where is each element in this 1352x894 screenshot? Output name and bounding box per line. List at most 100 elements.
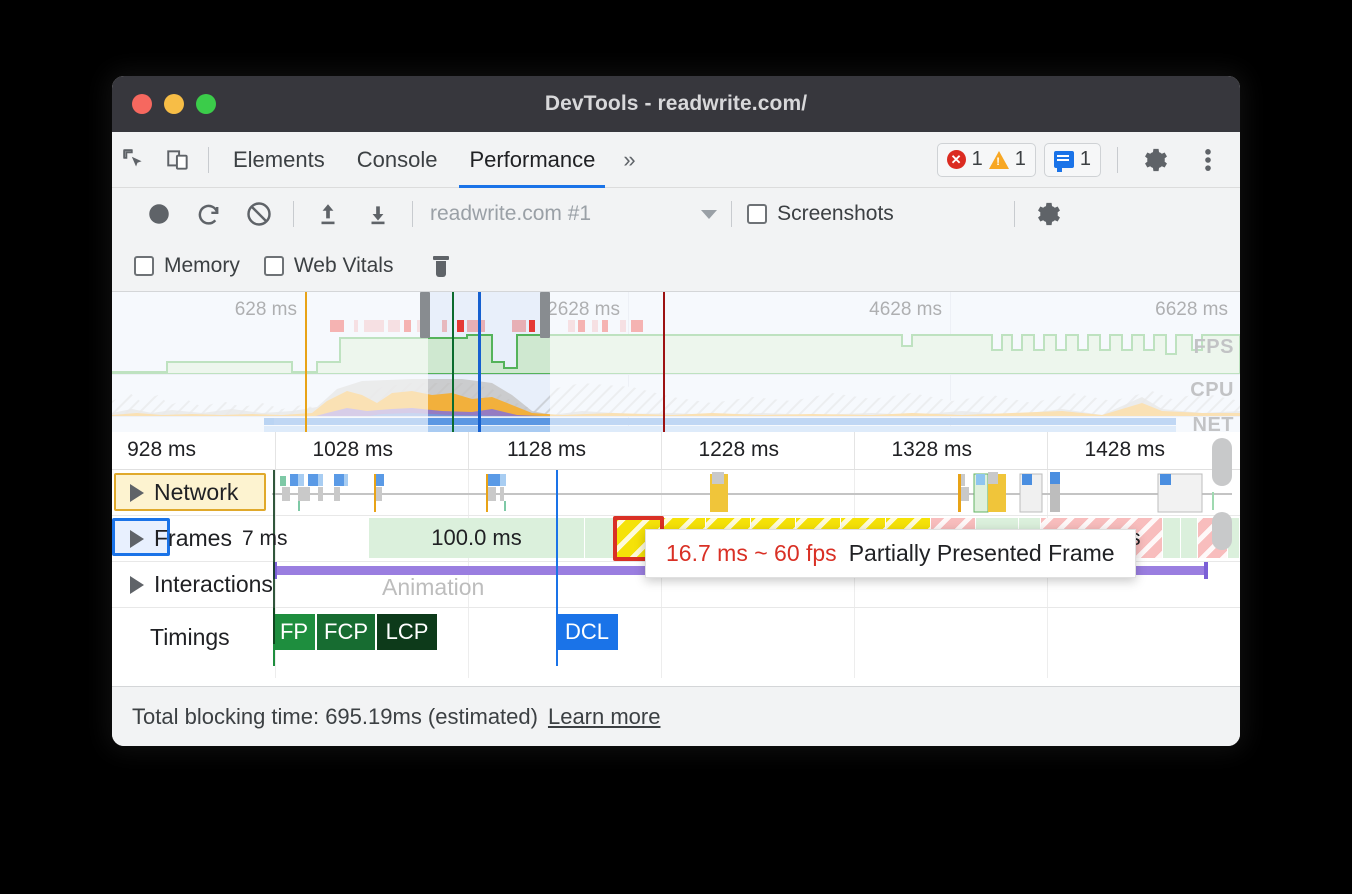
- timing-marker-fp[interactable]: FP: [273, 614, 317, 650]
- toolbar-divider-3: [293, 201, 294, 227]
- timing-marker-lcp-label: LCP: [386, 619, 429, 645]
- capture-settings-gear-icon[interactable]: [1024, 194, 1074, 234]
- frame-tooltip: 16.7 ms ~ 60 fps Partially Presented Fra…: [645, 529, 1136, 578]
- timing-marker-dcl[interactable]: DCL: [556, 614, 620, 650]
- detail-gridline: [854, 432, 855, 469]
- overview-resize-handle-right[interactable]: [540, 292, 550, 338]
- track-timings[interactable]: Timings FP FCP LCP DCL: [112, 608, 1240, 666]
- close-window-button[interactable]: [132, 94, 152, 114]
- warning-icon: [989, 151, 1009, 169]
- triangle-right-icon[interactable]: [130, 530, 144, 548]
- message-count: 1: [1080, 148, 1091, 171]
- device-toggle-icon[interactable]: [156, 138, 200, 182]
- chevron-double-right-icon[interactable]: »: [611, 147, 647, 173]
- error-warning-pill[interactable]: ✕ 1 1: [937, 143, 1036, 177]
- tab-performance[interactable]: Performance: [453, 132, 611, 188]
- error-count: 1: [972, 148, 983, 171]
- detail-tick-label: 1128 ms: [507, 438, 595, 462]
- detail-gridline: [661, 432, 662, 469]
- detail-tick-label: 928 ms: [127, 438, 205, 462]
- issue-counters: ✕ 1 1 1: [937, 138, 1240, 182]
- track-frames-label: Frames: [154, 525, 232, 552]
- frame-duration-label: 100.0 ms: [369, 518, 584, 558]
- tooltip-title: Partially Presented Frame: [849, 540, 1115, 567]
- inspect-cursor-icon[interactable]: [112, 138, 156, 182]
- overview-resize-handle-left[interactable]: [420, 292, 430, 338]
- frame-bar[interactable]: [1181, 518, 1198, 558]
- timing-marker-dcl-label: DCL: [565, 619, 609, 645]
- window-titlebar: DevTools - readwrite.com/: [112, 76, 1240, 132]
- tab-performance-label: Performance: [469, 147, 595, 173]
- overview-marker-dcl: [478, 292, 481, 432]
- recording-toolbar: readwrite.com #1 Screenshots: [112, 188, 1240, 240]
- gear-icon[interactable]: [1134, 138, 1178, 182]
- message-icon: [1054, 151, 1074, 168]
- memory-label: Memory: [164, 254, 240, 278]
- minimize-window-button[interactable]: [164, 94, 184, 114]
- kebab-menu-icon[interactable]: [1186, 138, 1230, 182]
- trash-icon[interactable]: [433, 256, 449, 276]
- recording-selector[interactable]: readwrite.com #1: [430, 202, 591, 226]
- overview-marker-lcp: [452, 292, 454, 432]
- vertical-scrollbar-thumb-bottom[interactable]: [1212, 512, 1232, 550]
- devtools-tabbar: Elements Console Performance » ✕ 1 1 1: [112, 132, 1240, 188]
- track-network[interactable]: Network: [112, 470, 1240, 516]
- frame-bar[interactable]: 100.0 ms: [369, 518, 585, 558]
- triangle-right-icon[interactable]: [130, 484, 144, 502]
- track-network-label: Network: [154, 479, 238, 506]
- timeline-marker-dcl-line: [556, 470, 558, 644]
- overview-marker-load: [663, 292, 665, 432]
- track-timings-label: Timings: [150, 624, 230, 651]
- traffic-lights: [132, 94, 216, 114]
- status-bar: Total blocking time: 695.19ms (estimated…: [112, 686, 1240, 746]
- network-requests[interactable]: [112, 470, 1240, 516]
- overview-dim-left: [112, 292, 428, 432]
- memory-checkbox[interactable]: [134, 256, 154, 276]
- timing-marker-lcp[interactable]: LCP: [377, 614, 439, 650]
- tab-elements[interactable]: Elements: [217, 132, 341, 188]
- total-blocking-time-text: Total blocking time: 695.19ms (estimated…: [132, 704, 538, 730]
- timing-marker-fcp[interactable]: FCP: [317, 614, 377, 650]
- detail-gridline: [468, 432, 469, 469]
- track-network-header[interactable]: Network: [112, 470, 238, 515]
- window-title: DevTools - readwrite.com/: [545, 92, 807, 116]
- vertical-scrollbar-thumb-top[interactable]: [1212, 438, 1232, 486]
- record-circle-icon[interactable]: [134, 194, 184, 234]
- timing-marker-fp-label: FP: [280, 619, 308, 645]
- track-timings-header: Timings: [112, 608, 230, 666]
- detail-tick-label: 1328 ms: [891, 438, 981, 462]
- detail-ruler[interactable]: 928 ms 1028 ms 1128 ms 1228 ms 1328 ms 1…: [112, 432, 1240, 470]
- web-vitals-label: Web Vitals: [294, 254, 394, 278]
- track-frames-header[interactable]: Frames 7 ms: [112, 516, 287, 561]
- toolbar-divider-6: [1014, 201, 1015, 227]
- capture-options-toolbar: Memory Web Vitals: [112, 240, 1240, 292]
- frame-bar[interactable]: [585, 518, 615, 558]
- tab-console[interactable]: Console: [341, 132, 454, 188]
- caret-down-icon[interactable]: [701, 210, 717, 219]
- screenshots-checkbox-row[interactable]: Screenshots: [747, 202, 894, 226]
- toolbar-divider-5: [731, 201, 732, 227]
- detail-tick-label: 1428 ms: [1084, 438, 1174, 462]
- web-vitals-checkbox[interactable]: [264, 256, 284, 276]
- upload-profile-icon[interactable]: [303, 194, 353, 234]
- clear-prohibited-icon[interactable]: [234, 194, 284, 234]
- memory-checkbox-row[interactable]: Memory: [134, 254, 240, 278]
- web-vitals-checkbox-row[interactable]: Web Vitals: [264, 254, 394, 278]
- tab-console-label: Console: [357, 147, 438, 173]
- detail-gridline: [1047, 432, 1048, 469]
- overview-dim-right: [550, 292, 1240, 432]
- screenshots-checkbox[interactable]: [747, 204, 767, 224]
- learn-more-link[interactable]: Learn more: [548, 704, 661, 730]
- frame-bar[interactable]: [1163, 518, 1181, 558]
- triangle-right-icon[interactable]: [130, 576, 144, 594]
- maximize-window-button[interactable]: [196, 94, 216, 114]
- message-pill[interactable]: 1: [1044, 143, 1101, 177]
- detail-tick-label: 1028 ms: [312, 438, 402, 462]
- reload-record-icon[interactable]: [184, 194, 234, 234]
- warning-count: 1: [1015, 148, 1026, 171]
- timeline-overview[interactable]: 628 ms 2628 ms 4628 ms 6628 ms: [112, 292, 1240, 432]
- toolbar-divider: [208, 147, 209, 173]
- toolbar-divider-2: [1117, 147, 1118, 173]
- track-interactions-header[interactable]: Interactions: [112, 562, 273, 607]
- download-profile-icon[interactable]: [353, 194, 403, 234]
